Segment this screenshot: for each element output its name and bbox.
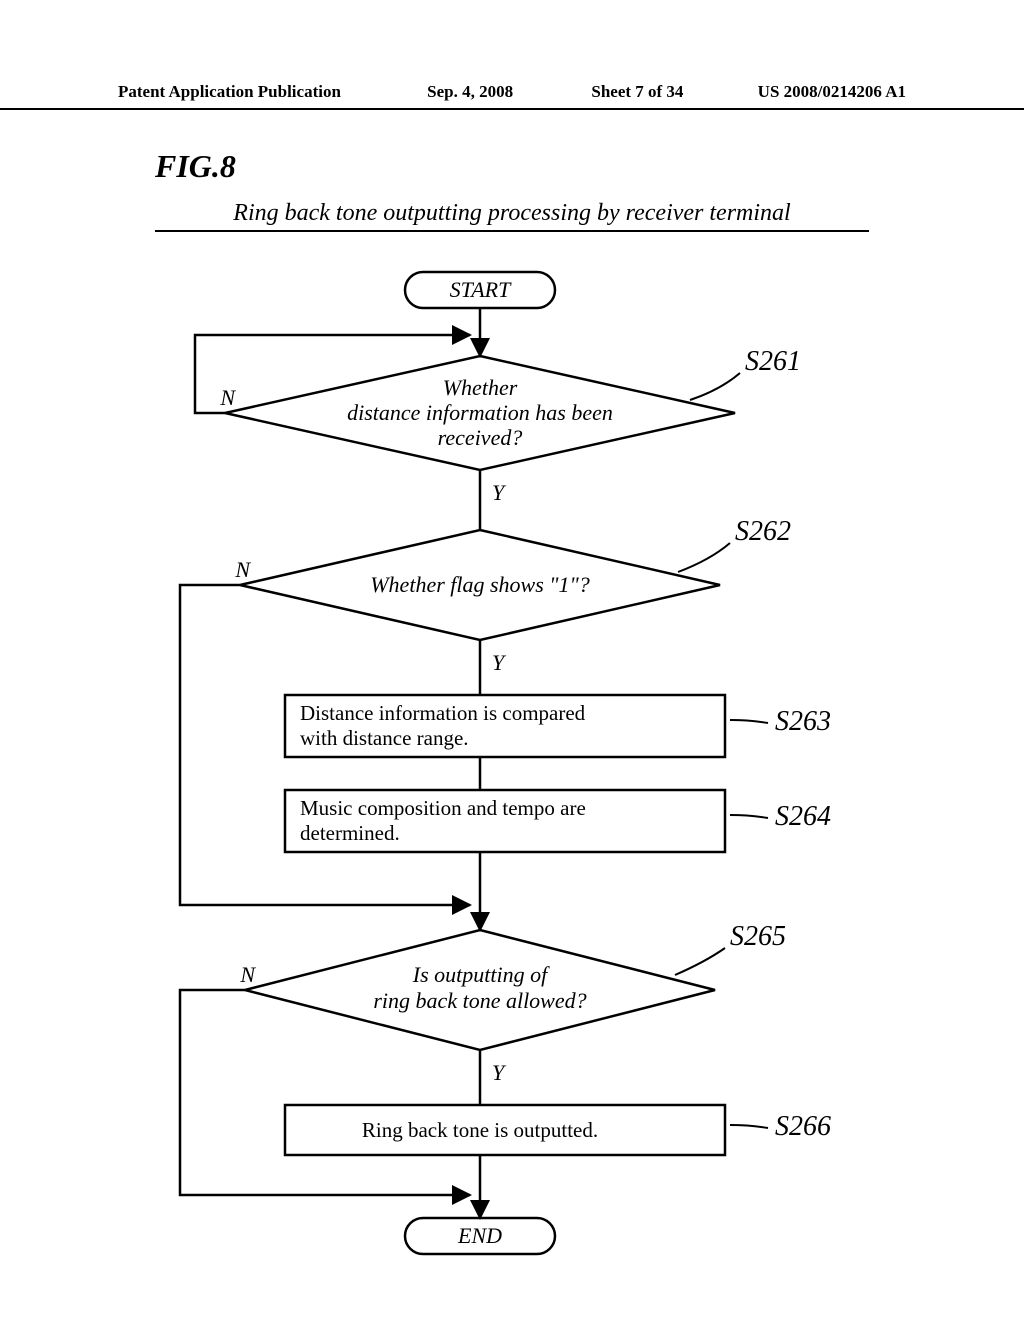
s264-label: S264	[775, 801, 831, 832]
process-s264: Music composition and tempo are determin…	[285, 790, 725, 852]
s261-no: N	[219, 385, 236, 410]
s265-line1: Is outputting of	[412, 962, 550, 987]
s265-label: S265	[730, 921, 786, 952]
s266-label: S266	[775, 1111, 831, 1142]
flowchart: START Whether distance information has b…	[0, 0, 1024, 1320]
flow-end: END	[405, 1218, 555, 1254]
s265-line2: ring back tone allowed?	[373, 988, 586, 1013]
page: Patent Application Publication Sep. 4, 2…	[0, 0, 1024, 1320]
s265-yes: Y	[492, 1060, 507, 1085]
s265-no: N	[239, 962, 256, 987]
decision-s262: Whether flag shows "1"?	[240, 530, 720, 640]
s264-line2: determined.	[300, 821, 400, 845]
flow-end-text: END	[457, 1223, 502, 1248]
s266-line1: Ring back tone is outputted.	[362, 1118, 598, 1142]
flow-start: START	[405, 272, 555, 308]
s263-label: S263	[775, 706, 831, 737]
s261-line3: received?	[438, 425, 523, 450]
decision-s265: Is outputting of ring back tone allowed?	[245, 930, 715, 1050]
decision-s261: Whether distance information has been re…	[225, 356, 735, 470]
flow-start-text: START	[450, 277, 512, 302]
s261-yes: Y	[492, 480, 507, 505]
s262-line1: Whether flag shows "1"?	[370, 572, 590, 597]
s263-line1: Distance information is compared	[300, 701, 586, 725]
s261-line1: Whether	[443, 375, 518, 400]
s261-label: S261	[745, 346, 801, 377]
s263-line2: with distance range.	[300, 726, 469, 750]
s262-no: N	[234, 557, 251, 582]
s262-label: S262	[735, 516, 791, 547]
s261-line2: distance information has been	[347, 400, 613, 425]
s264-line1: Music composition and tempo are	[300, 796, 586, 820]
process-s263: Distance information is compared with di…	[285, 695, 725, 757]
process-s266: Ring back tone is outputted.	[285, 1105, 725, 1155]
s262-yes: Y	[492, 650, 507, 675]
